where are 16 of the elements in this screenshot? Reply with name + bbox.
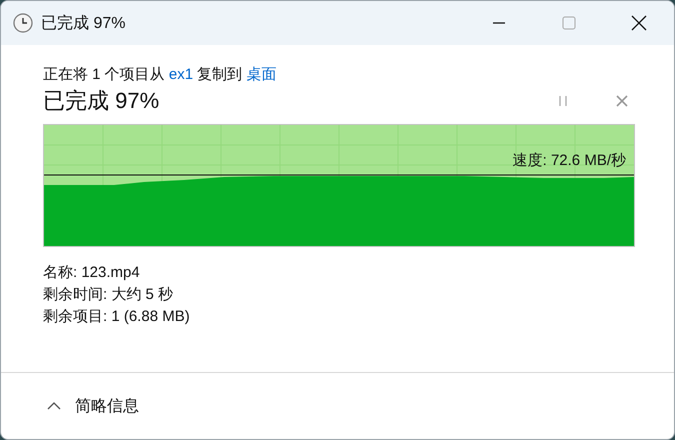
- pause-icon: [558, 95, 568, 107]
- detail-line: 剩余时间: 大约 5 秒: [43, 285, 174, 304]
- detail-line: 剩余项目: 1 (6.88 MB): [43, 307, 191, 326]
- close-icon: [631, 15, 647, 31]
- speed-label: 速度: 72.6 MB/秒: [512, 151, 626, 170]
- progress-status: 已完成 97%: [43, 87, 160, 115]
- detail-line: 名称: 123.mp4: [43, 263, 141, 282]
- maximize-icon: [562, 16, 576, 30]
- destination-link[interactable]: 桌面: [246, 66, 276, 83]
- source-link[interactable]: ex1: [168, 66, 194, 83]
- chevron-icon: [47, 401, 61, 411]
- copy-description: 正在将 1 个项目从 ex1 复制到 桌面: [43, 65, 278, 84]
- details-toggle[interactable]: 简略信息: [47, 396, 139, 416]
- window-title: 已完成 97%: [41, 14, 126, 34]
- clock-icon: [13, 13, 33, 33]
- close-icon: [616, 95, 628, 107]
